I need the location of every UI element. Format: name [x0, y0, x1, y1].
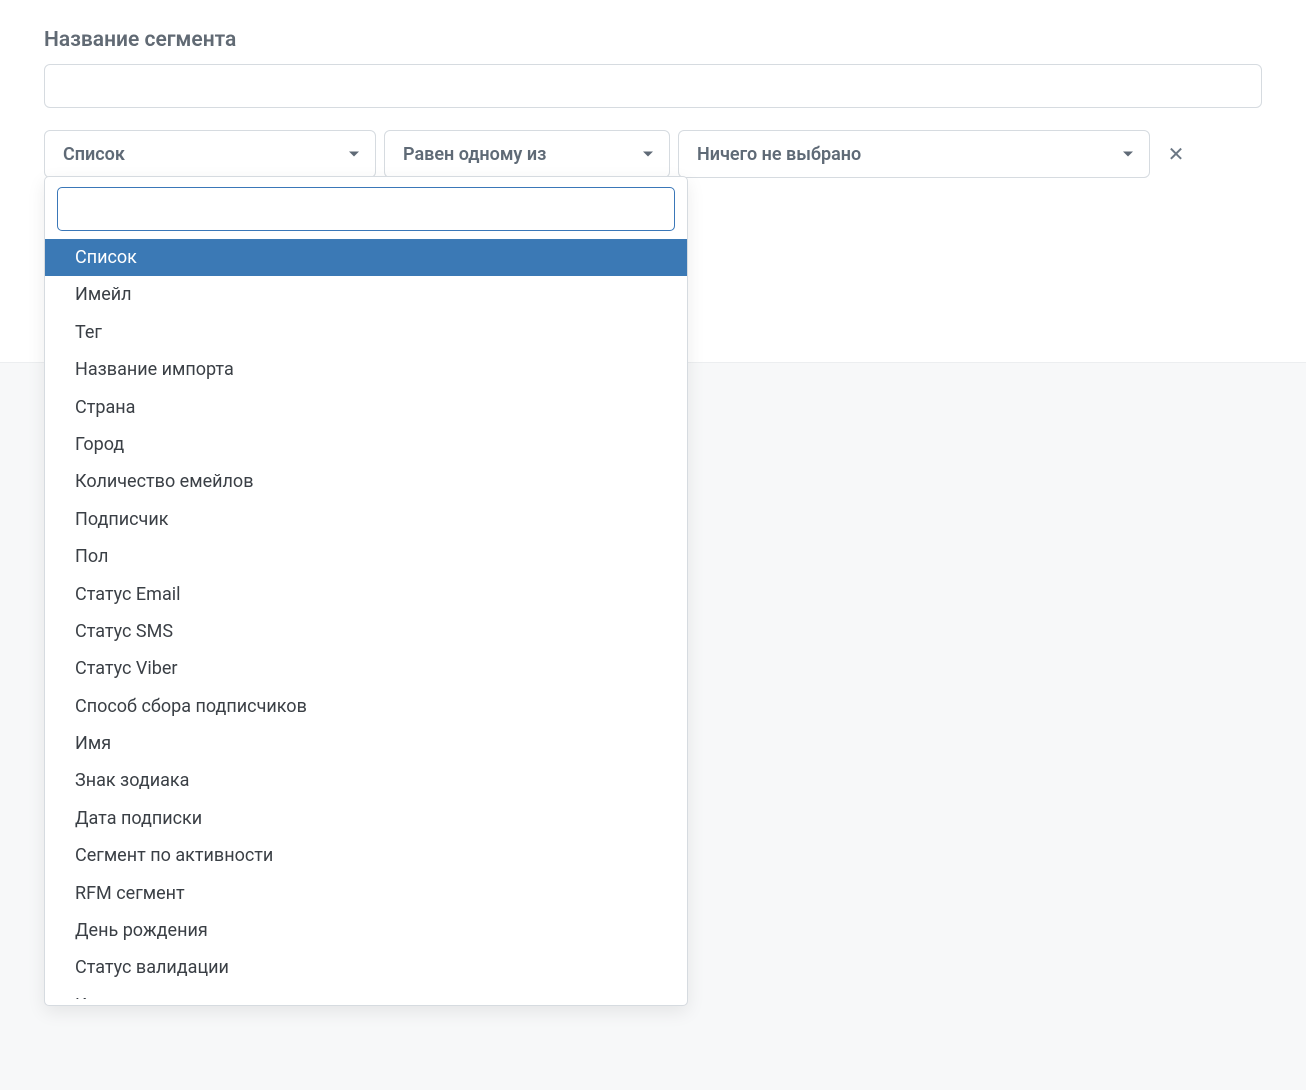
option-item[interactable]: Статус SMS [45, 613, 687, 650]
option-item[interactable]: Знак зодиака [45, 762, 687, 799]
option-item[interactable]: Имя [45, 725, 687, 762]
option-item[interactable]: Список [45, 239, 687, 276]
caret-down-icon [1123, 152, 1133, 157]
caret-down-icon [643, 152, 653, 157]
segment-name-label: Название сегмента [44, 28, 1262, 52]
option-item[interactable]: Сегмент по активности [45, 837, 687, 874]
segment-name-input[interactable] [44, 64, 1262, 108]
option-item[interactable]: Тег [45, 314, 687, 351]
segment-form: Название сегмента Список Равен одному из… [0, 0, 1306, 178]
option-item[interactable]: Подписчик [45, 501, 687, 538]
option-item[interactable]: Статус Viber [45, 650, 687, 687]
value-dropdown-label: Ничего не выбрано [697, 144, 861, 165]
remove-filter-button[interactable]: ✕ [1164, 142, 1188, 166]
options-list[interactable]: СписокИмейлТегНазвание импортаСтранаГоро… [45, 239, 687, 999]
option-item[interactable]: Статус Email [45, 576, 687, 613]
field-dropdown-label: Список [63, 144, 125, 165]
option-item[interactable]: Количество емейлов [45, 463, 687, 500]
close-icon: ✕ [1168, 144, 1185, 164]
option-item[interactable]: Название импорта [45, 351, 687, 388]
option-item[interactable]: Страна [45, 389, 687, 426]
filter-row: Список Равен одному из Ничего не выбрано… [44, 130, 1262, 178]
option-item[interactable]: RFM сегмент [45, 875, 687, 912]
operator-dropdown-label: Равен одному из [403, 144, 546, 165]
field-dropdown-panel: СписокИмейлТегНазвание импортаСтранаГоро… [44, 176, 688, 1006]
value-dropdown[interactable]: Ничего не выбрано [678, 130, 1150, 178]
operator-dropdown[interactable]: Равен одному из [384, 130, 670, 178]
option-item[interactable]: Дата подписки [45, 800, 687, 837]
caret-down-icon [349, 152, 359, 157]
option-item[interactable]: Статус валидации [45, 949, 687, 986]
option-item[interactable]: Пол [45, 538, 687, 575]
option-item[interactable]: День рождения [45, 912, 687, 949]
option-item[interactable]: Имейл [45, 276, 687, 313]
field-dropdown[interactable]: Список [44, 130, 376, 178]
option-item[interactable]: Город [45, 426, 687, 463]
option-item[interactable]: Способ сбора подписчиков [45, 688, 687, 725]
option-item[interactable]: Категория подписки [45, 987, 687, 999]
dropdown-search-input[interactable] [57, 187, 675, 231]
